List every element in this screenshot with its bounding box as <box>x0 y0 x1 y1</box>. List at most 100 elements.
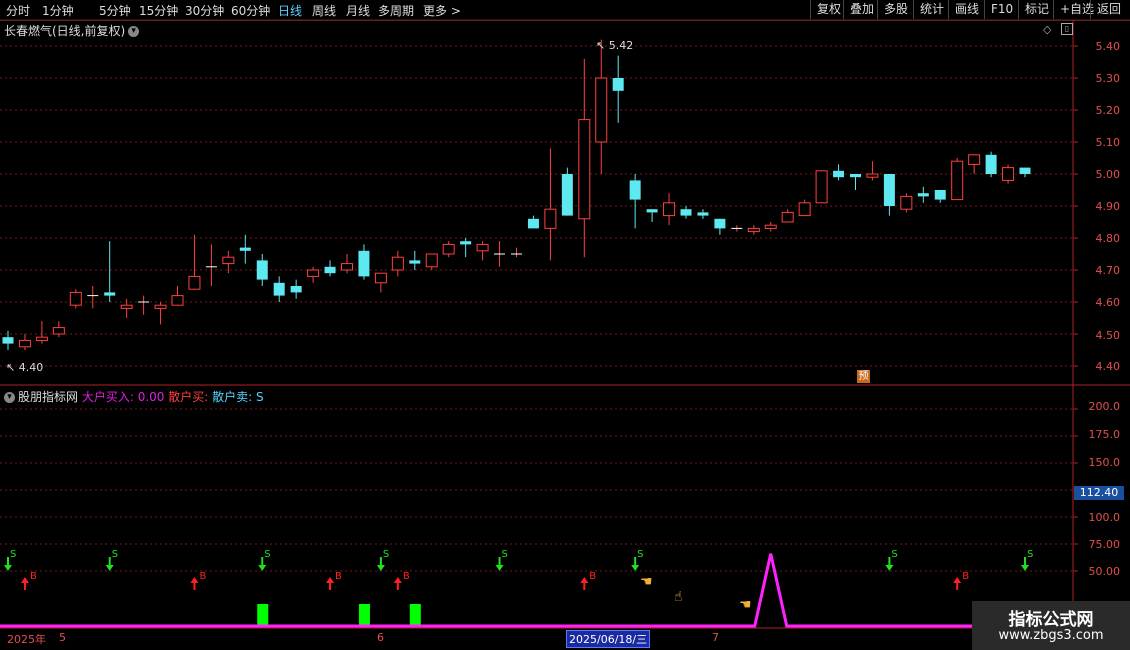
watermark: 指标公式网 www.zbgs3.com <box>972 601 1130 650</box>
candle <box>833 164 845 181</box>
green-volume-bar <box>358 604 370 626</box>
candle <box>798 199 811 217</box>
price-tick: 5.20 <box>1095 104 1121 117</box>
current-value-badge: 112.40 <box>1074 486 1124 500</box>
down-arrow-icon <box>258 565 267 571</box>
candle-body-down <box>612 78 624 91</box>
stock-title: 长春燃气(日线,前复权) <box>4 24 126 38</box>
candle <box>951 158 964 201</box>
price-tick: 5.10 <box>1095 136 1121 149</box>
candle-body-up <box>222 256 235 265</box>
candle-body-up <box>595 77 608 143</box>
candle <box>35 321 48 344</box>
candle-body-down <box>273 282 285 296</box>
candle <box>697 209 709 219</box>
low-price-label: ↖ 4.40 <box>6 361 44 374</box>
down-arrow-icon <box>105 565 114 571</box>
buy-signal: B <box>580 571 596 590</box>
date-year: 2025年 <box>7 633 46 646</box>
cursor-hand-icon: ☝ <box>674 589 683 605</box>
price-tick: 4.40 <box>1095 360 1121 373</box>
down-arrow-icon <box>631 565 640 571</box>
price-tick: 4.80 <box>1095 232 1121 245</box>
grid-lines <box>0 19 1130 629</box>
candle-body-down <box>934 190 946 200</box>
watermark-title: 指标公式网 <box>1008 610 1094 630</box>
candle <box>1002 164 1015 184</box>
big-buy-value: 0.00 <box>137 390 165 404</box>
candle <box>612 55 624 123</box>
candle <box>900 193 913 213</box>
candle-body-up <box>1002 167 1015 181</box>
up-arrow-icon <box>326 577 335 583</box>
price-tick: 5.30 <box>1095 72 1121 85</box>
candle <box>511 247 522 258</box>
sell-mark: S <box>502 549 508 560</box>
candle <box>764 222 777 232</box>
candle-body-down <box>324 266 336 274</box>
candle <box>222 250 235 274</box>
indicator-name: 股朋指标网 <box>18 390 79 404</box>
kline-chart[interactable]: S B S B S B S B S B S S B S <box>0 0 1130 650</box>
chevron-down-icon[interactable]: ▾ <box>4 392 15 403</box>
candle <box>188 234 201 290</box>
price-tick: 5.00 <box>1095 168 1121 181</box>
candle <box>747 225 760 235</box>
candle-body-up <box>52 327 65 335</box>
candle-body-down <box>833 170 845 178</box>
candle <box>850 174 861 190</box>
buy-mark: B <box>589 571 596 582</box>
candle-body-down <box>985 154 997 174</box>
candle <box>476 241 489 261</box>
buy-mark: B <box>199 571 206 582</box>
candle <box>324 260 336 277</box>
sell-signal: S <box>4 549 16 571</box>
up-arrow-icon <box>953 577 962 583</box>
sell-signal: S <box>105 549 118 571</box>
up-arrow-icon <box>393 577 402 583</box>
candle-body-up <box>171 295 184 306</box>
prediction-badge[interactable]: 预 <box>857 370 870 383</box>
sell-signal: S <box>1021 549 1033 571</box>
candle <box>425 253 438 270</box>
candle-body-up <box>476 243 489 252</box>
retail-sell-label: 散户卖: <box>212 390 253 404</box>
high-price-value: 5.42 <box>608 39 634 52</box>
candles-layer <box>2 39 1031 350</box>
candle <box>307 266 320 283</box>
candle-body-up <box>391 256 404 271</box>
indicator-tick: 100.0 <box>1088 511 1121 524</box>
candle-body-up <box>425 253 438 268</box>
pointer-hand-icon: ☚ <box>739 597 752 613</box>
buy-signal: B <box>393 571 410 590</box>
buy-mark: B <box>403 571 410 582</box>
candle <box>883 174 895 216</box>
candle-body-up <box>544 208 557 229</box>
candle-body-up <box>866 173 879 178</box>
candle-body-down <box>629 180 641 200</box>
candle-body-down <box>290 286 302 293</box>
sell-mark: S <box>112 549 118 560</box>
window-toggle-icon[interactable]: ▯ <box>1061 23 1073 35</box>
candle-body-up <box>798 202 811 217</box>
candle <box>290 279 302 299</box>
indicator-tick: 175.0 <box>1088 428 1121 441</box>
candle-body-down <box>358 250 370 277</box>
sell-mark: S <box>1027 549 1033 560</box>
candle-body-down <box>680 209 692 216</box>
chevron-down-icon[interactable]: ▾ <box>128 26 140 37</box>
candle <box>561 167 573 216</box>
sell-signal: S <box>885 549 898 571</box>
candle <box>629 174 641 229</box>
candle <box>256 254 268 286</box>
diamond-icon[interactable]: ◇ <box>1043 23 1051 36</box>
down-arrow-icon <box>4 565 12 571</box>
candle <box>171 286 184 306</box>
down-arrow-icon <box>885 565 894 571</box>
pointer-hand-icon: ☚ <box>640 574 653 590</box>
candle-body-up <box>747 227 760 233</box>
candle-body-down <box>2 337 14 344</box>
price-tick: 4.50 <box>1095 329 1121 342</box>
retail-sell-value: S <box>256 390 264 404</box>
sell-mark: S <box>383 549 389 560</box>
